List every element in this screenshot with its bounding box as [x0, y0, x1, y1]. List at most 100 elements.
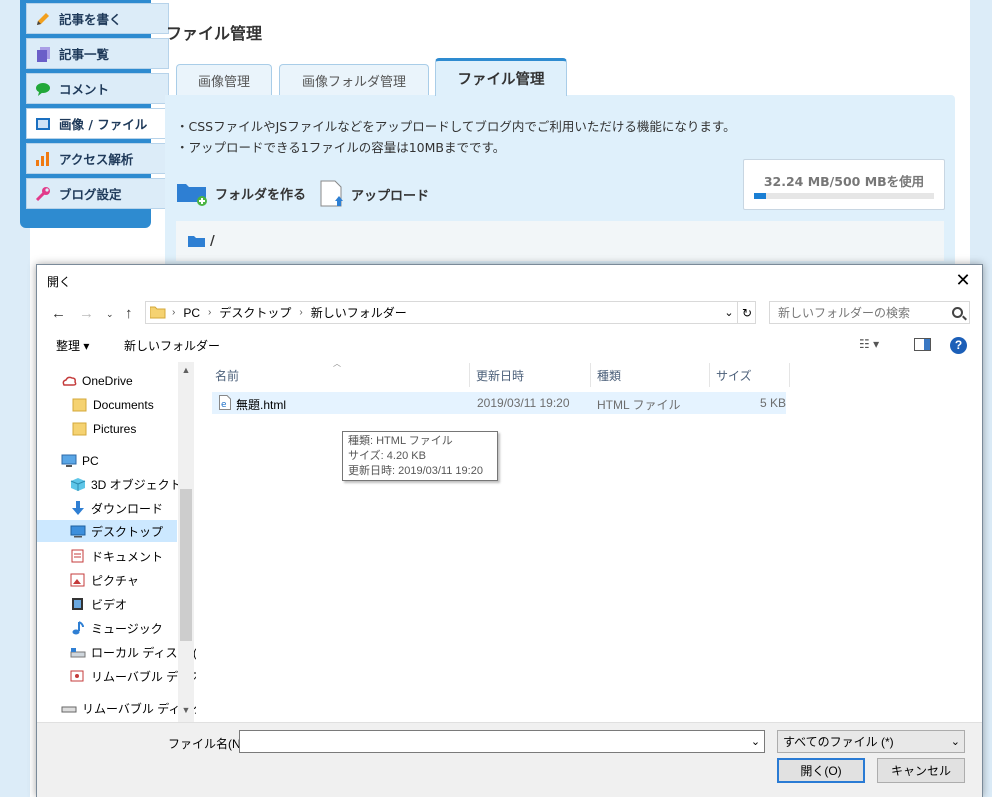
column-header-modified[interactable]: 更新日時 — [470, 363, 591, 387]
create-folder-button[interactable]: フォルダを作る — [176, 180, 306, 206]
chevron-down-icon[interactable]: ⌄ — [720, 301, 738, 324]
nav-label: ドキュメント — [91, 549, 164, 564]
refresh-icon[interactable]: ↻ — [737, 301, 756, 324]
documents-icon — [35, 46, 51, 62]
nav-label: 3D オブジェクト — [91, 477, 182, 492]
close-icon[interactable]: ✕ — [952, 269, 974, 291]
tooltip-line: 種類: HTML ファイル — [348, 435, 453, 447]
sidebar-item-analytics[interactable]: アクセス解析 — [26, 143, 169, 174]
folder-path: / — [210, 233, 215, 249]
pictures-icon — [70, 573, 86, 587]
preview-pane-icon[interactable] — [914, 338, 931, 354]
tooltip-line: サイズ: 4.20 KB — [348, 450, 426, 462]
open-file-dialog: 開く ✕ ← → ⌄ ↑ › PC › デスクトップ › 新しいフォルダー ⌄ … — [36, 264, 983, 797]
folder-path-bar[interactable]: / — [176, 221, 944, 261]
storage-usage-bar — [754, 193, 934, 199]
nav-label: ビデオ — [91, 597, 128, 612]
open-button[interactable]: 開く(O) — [777, 758, 865, 783]
sidebar-item-images[interactable]: 画像 / ファイル — [26, 108, 169, 139]
nav-item-desktop[interactable]: デスクトップ — [37, 520, 177, 542]
nav-item-pictures-lib[interactable]: ピクチャ — [70, 569, 139, 591]
address-bar[interactable]: › PC › デスクトップ › 新しいフォルダー — [145, 301, 756, 324]
column-header-type[interactable]: 種類 — [591, 363, 710, 387]
pencil-icon — [35, 11, 51, 27]
sidebar-item-settings[interactable]: ブログ設定 — [26, 178, 169, 209]
sidebar-item-label: 記事を書く — [59, 12, 122, 27]
chevron-right-icon: › — [299, 307, 303, 318]
new-folder-icon — [176, 180, 210, 206]
onedrive-icon — [61, 374, 77, 388]
file-row[interactable]: e 無題.html 2019/03/11 19:20 HTML ファイル 5 K… — [212, 392, 786, 414]
filename-label: ファイル名(N): — [168, 737, 248, 751]
organize-menu[interactable]: 整理 ▾ — [56, 337, 89, 354]
column-header-name[interactable]: 名前 — [209, 363, 470, 387]
nav-item-pc[interactable]: PC — [61, 450, 99, 472]
nav-item-onedrive[interactable]: OneDrive — [61, 370, 133, 392]
nav-item-documents-lib[interactable]: ドキュメント — [70, 545, 163, 567]
help-icon[interactable]: ? — [950, 337, 967, 354]
storage-usage: 32.24 MB/500 MBを使用 — [743, 159, 945, 210]
tab-file-manage[interactable]: ファイル管理 — [435, 58, 567, 96]
cancel-button[interactable]: キャンセル — [877, 758, 965, 783]
recent-locations-icon[interactable]: ⌄ — [106, 309, 114, 320]
breadcrumb-item[interactable]: 新しいフォルダー — [311, 304, 407, 321]
nav-label: PC — [82, 454, 99, 468]
nav-item-videos[interactable]: ビデオ — [70, 593, 127, 615]
file-tooltip: 種類: HTML ファイル サイズ: 4.20 KB 更新日時: 2019/03… — [342, 431, 498, 481]
removable-drive-icon — [61, 701, 77, 715]
nav-item-removable-drive[interactable]: リムーバブル ディスク — [61, 697, 196, 719]
file-name: 無題.html — [236, 398, 287, 412]
chevron-down-icon[interactable]: ⌄ — [746, 730, 765, 753]
folder-icon — [72, 398, 88, 412]
sidebar-item-label: ブログ設定 — [59, 187, 122, 202]
sidebar-item-comments[interactable]: コメント — [26, 73, 169, 104]
back-arrow-icon[interactable]: ← — [51, 305, 66, 322]
file-modified: 2019/03/11 19:20 — [477, 396, 570, 410]
folder-icon — [188, 235, 206, 248]
documents-icon — [70, 549, 86, 563]
sidebar-item-write[interactable]: 記事を書く — [26, 3, 169, 34]
file-type-filter[interactable]: すべてのファイル (*) ⌄ — [777, 730, 965, 753]
column-header-size[interactable]: サイズ — [710, 363, 790, 387]
info-line: ・CSSファイルやJSファイルなどをアップロードしてブログ内でご利用いただける機… — [176, 119, 736, 134]
view-options-icon[interactable]: ☷ ▾ — [859, 337, 879, 351]
storage-usage-text: 32.24 MB/500 MBを使用 — [763, 174, 925, 189]
image-icon — [35, 116, 51, 132]
filename-input[interactable] — [239, 730, 765, 753]
nav-label: ミュージック — [91, 621, 163, 636]
file-type: HTML ファイル — [597, 398, 681, 412]
sidebar-item-posts[interactable]: 記事一覧 — [26, 38, 169, 69]
removable-disk-icon — [70, 669, 86, 683]
tooltip-line: 更新日時: 2019/03/11 19:20 — [348, 465, 483, 477]
nav-item-music[interactable]: ミュージック — [70, 617, 163, 639]
upload-button[interactable]: アップロード — [320, 180, 429, 208]
scroll-up-icon[interactable]: ▲ — [178, 362, 194, 378]
new-folder-button[interactable]: 新しいフォルダー — [124, 337, 220, 354]
breadcrumb-item[interactable]: デスクトップ — [219, 304, 291, 321]
nav-scrollbar[interactable]: ▲ ▼ — [178, 362, 194, 722]
folder-icon — [149, 306, 166, 319]
breadcrumb-item[interactable]: PC — [183, 306, 200, 320]
nav-item-downloads[interactable]: ダウンロード — [70, 497, 163, 519]
up-arrow-icon[interactable]: ↑ — [125, 305, 133, 322]
chevron-right-icon: › — [208, 307, 212, 318]
nav-item-documents[interactable]: Documents — [72, 394, 154, 416]
storage-usage-fill — [754, 193, 766, 199]
scroll-down-icon[interactable]: ▼ — [178, 702, 194, 718]
forward-arrow-icon[interactable]: → — [79, 305, 94, 322]
sidebar: 記事を書く 記事一覧 コメント 画像 / ファイル アクセス解析 ブログ設定 — [20, 0, 169, 228]
sidebar-item-label: 記事一覧 — [59, 47, 110, 62]
nav-item-3d-objects[interactable]: 3D オブジェクト — [70, 473, 182, 495]
nav-item-pictures[interactable]: Pictures — [72, 418, 136, 440]
sidebar-item-label: 画像 / ファイル — [59, 117, 148, 132]
scroll-thumb[interactable] — [180, 489, 192, 641]
tab-image-manage[interactable]: 画像管理 — [176, 64, 272, 96]
nav-label: デスクトップ — [91, 524, 164, 539]
nav-label: Documents — [93, 398, 154, 412]
desktop-icon — [70, 524, 86, 538]
folder-icon — [72, 422, 88, 436]
3d-objects-icon — [70, 477, 86, 491]
tab-image-folder-manage[interactable]: 画像フォルダ管理 — [279, 64, 429, 96]
nav-label: ダウンロード — [91, 501, 164, 516]
search-input[interactable]: 新しいフォルダーの検索 — [769, 301, 970, 324]
